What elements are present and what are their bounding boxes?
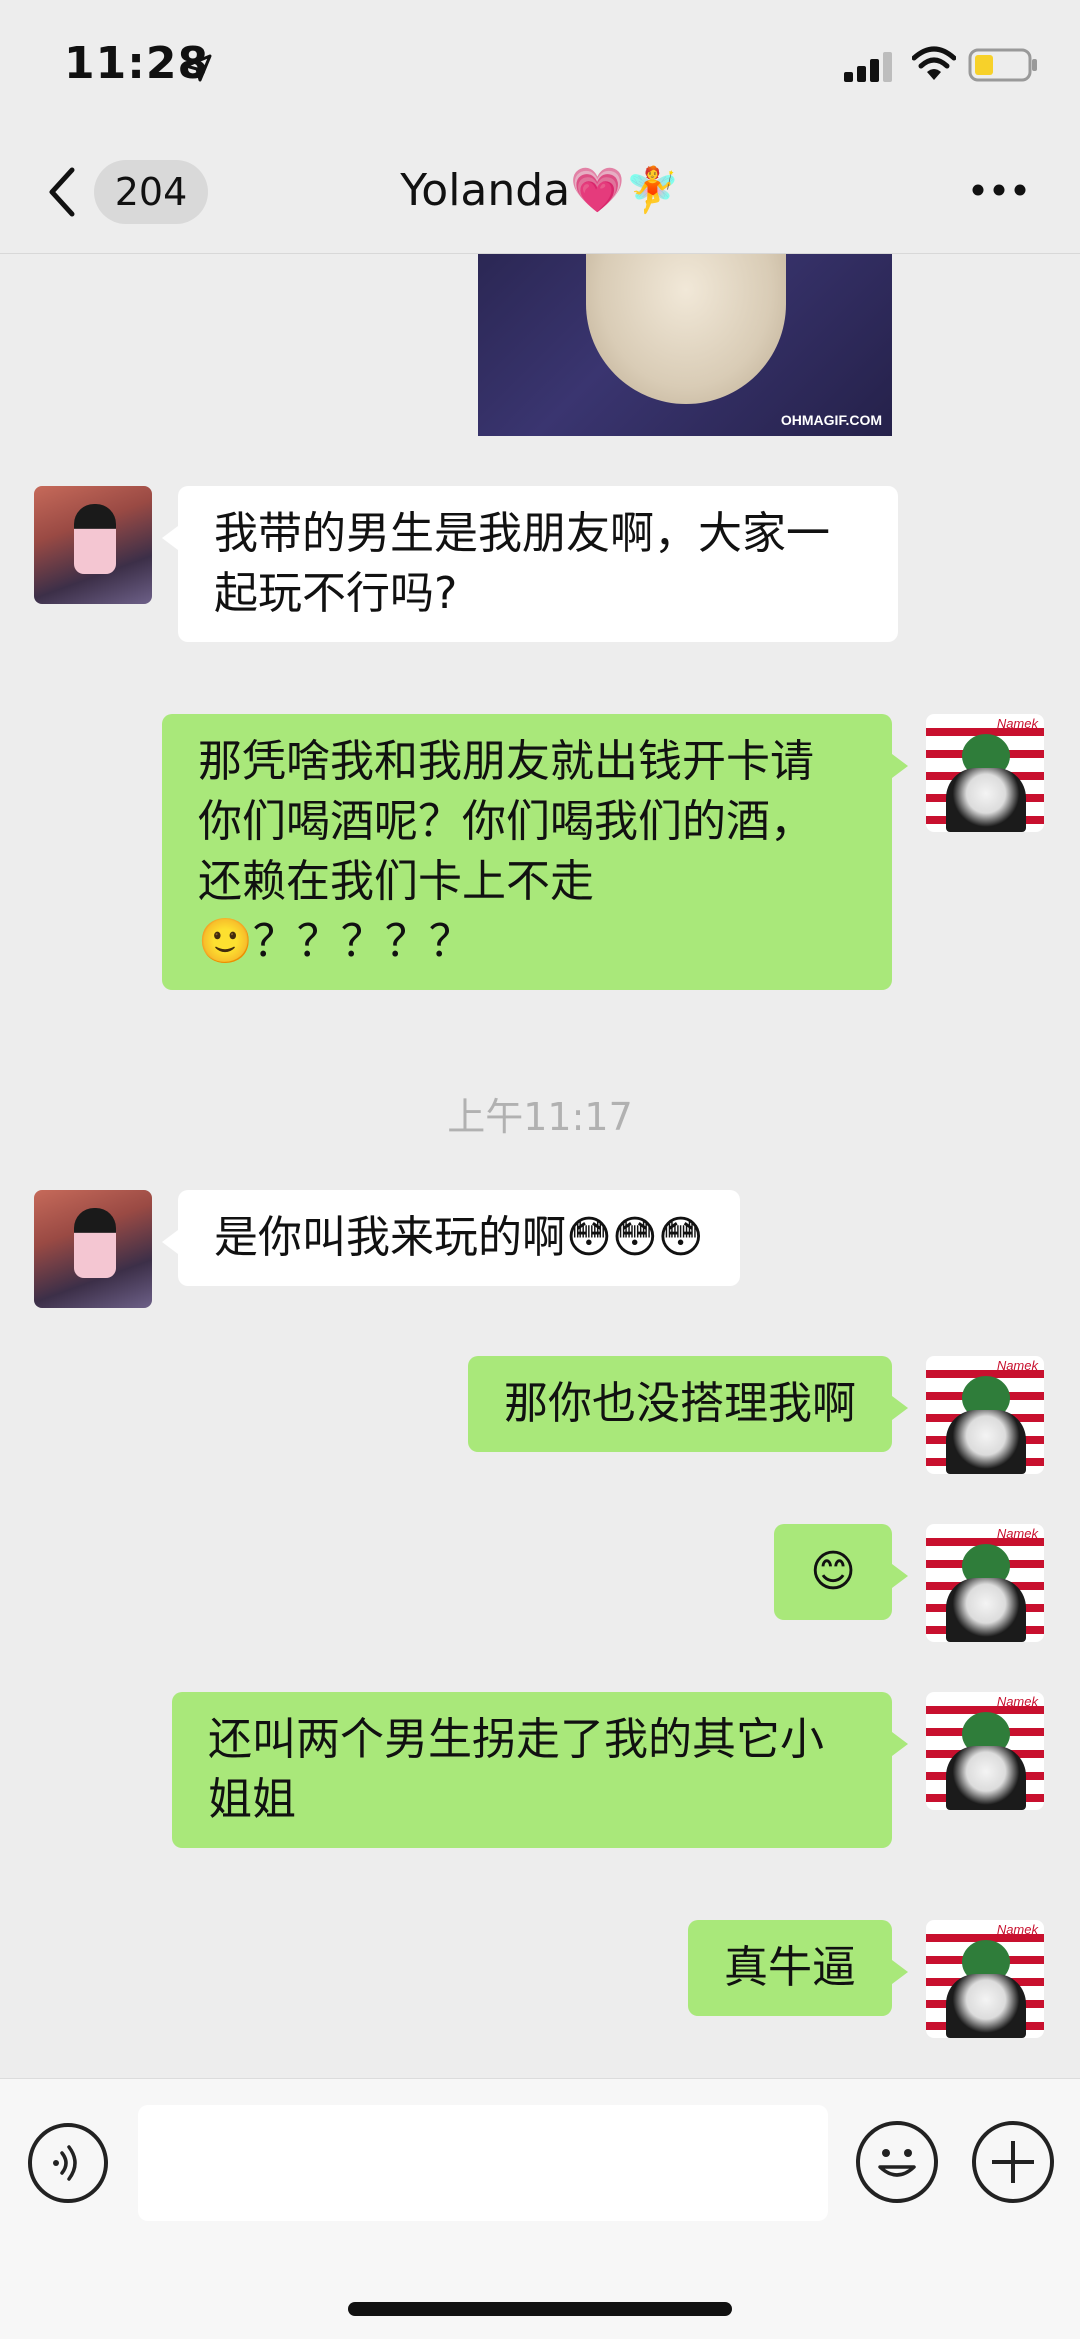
- gif-image-message[interactable]: OHMAGIF.COM: [478, 254, 892, 436]
- message-bubble-sent[interactable]: 还叫两个男生拐走了我的其它小姐姐: [172, 1692, 908, 1848]
- battery-low-icon: [968, 48, 1037, 82]
- message-bubble-sent[interactable]: 😊: [774, 1524, 908, 1620]
- message-bubble-sent[interactable]: 那凭啥我和我朋友就出钱开卡请你们喝酒呢？你们喝我们的酒，还赖在我们卡上不走🙂？？…: [162, 714, 908, 990]
- emoji-icon[interactable]: [856, 2121, 938, 2203]
- message-bubble-sent[interactable]: 那你也没搭理我啊: [468, 1356, 908, 1452]
- plus-icon[interactable]: [972, 2121, 1054, 2203]
- message-input[interactable]: [138, 2105, 828, 2221]
- timestamp-separator: 上午11:17: [447, 1095, 633, 1139]
- contact-avatar[interactable]: [34, 1190, 152, 1308]
- cellular-signal-icon: [844, 52, 892, 82]
- message-bubble-received[interactable]: 是你叫我来玩的啊😳😳😳: [162, 1190, 740, 1286]
- status-bar: 11:28: [0, 0, 1080, 130]
- self-avatar[interactable]: Namek: [926, 1524, 1044, 1642]
- chat-title: Yolanda💗🧚: [400, 165, 680, 216]
- self-avatar[interactable]: Namek: [926, 1356, 1044, 1474]
- gif-watermark: OHMAGIF.COM: [780, 412, 882, 428]
- self-avatar[interactable]: Namek: [926, 1692, 1044, 1810]
- ellipsis-icon[interactable]: [970, 180, 1028, 200]
- wifi-icon: [912, 46, 956, 80]
- message-bubble-sent[interactable]: 真牛逼: [688, 1920, 908, 2016]
- dog-image: [586, 254, 786, 404]
- self-avatar[interactable]: Namek: [926, 1920, 1044, 2038]
- location-arrow-icon: [184, 54, 212, 82]
- self-avatar[interactable]: Namek: [926, 714, 1044, 832]
- home-indicator: [348, 2302, 732, 2316]
- contact-avatar[interactable]: [34, 486, 152, 604]
- chat-header: 204 Yolanda💗🧚: [0, 130, 1080, 254]
- voice-icon[interactable]: [28, 2123, 108, 2203]
- message-bubble-received[interactable]: 我带的男生是我朋友啊，大家一起玩不行吗?: [162, 486, 898, 642]
- input-bar: [0, 2078, 1080, 2339]
